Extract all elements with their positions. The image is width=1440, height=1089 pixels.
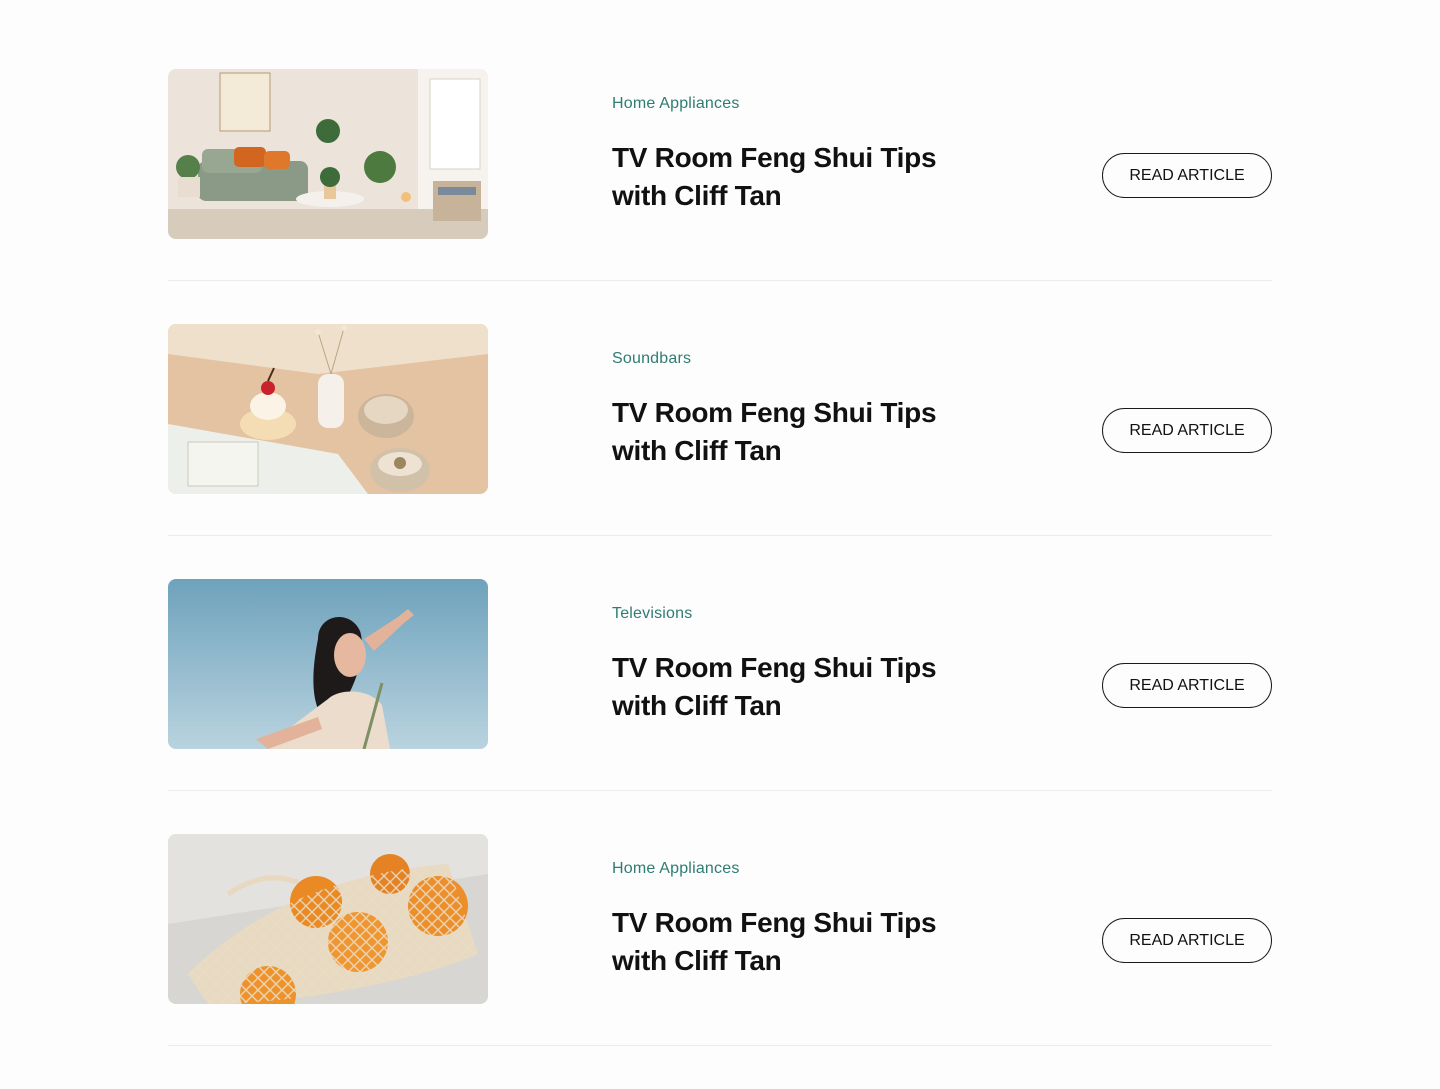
article-list: Home Appliances TV Room Feng Shui Tips w… xyxy=(168,69,1272,1089)
read-article-button[interactable]: READ ARTICLE xyxy=(1102,918,1272,963)
article-title[interactable]: TV Room Feng Shui Tips with Cliff Tan xyxy=(612,904,972,980)
row-divider xyxy=(168,790,1272,791)
read-article-button[interactable]: READ ARTICLE xyxy=(1102,663,1272,708)
article-category[interactable]: Televisions xyxy=(612,605,692,623)
article-thumbnail-living-room[interactable] xyxy=(168,69,488,239)
article-category[interactable]: Soundbars xyxy=(612,350,691,368)
article-row: Soundbars TV Room Feng Shui Tips with Cl… xyxy=(168,324,1272,579)
article-title[interactable]: TV Room Feng Shui Tips with Cliff Tan xyxy=(612,139,972,215)
article-title[interactable]: TV Room Feng Shui Tips with Cliff Tan xyxy=(612,649,972,725)
row-divider xyxy=(168,535,1272,536)
article-thumbnail-oranges[interactable] xyxy=(168,834,488,1004)
article-row: Televisions TV Room Feng Shui Tips with … xyxy=(168,579,1272,834)
read-article-button[interactable]: READ ARTICLE xyxy=(1102,408,1272,453)
row-divider xyxy=(168,280,1272,281)
article-category[interactable]: Home Appliances xyxy=(612,95,740,113)
article-thumbnail-woman-sky[interactable] xyxy=(168,579,488,749)
article-title[interactable]: TV Room Feng Shui Tips with Cliff Tan xyxy=(612,394,972,470)
read-article-button[interactable]: READ ARTICLE xyxy=(1102,153,1272,198)
article-row: Home Appliances TV Room Feng Shui Tips w… xyxy=(168,834,1272,1089)
article-row: Home Appliances TV Room Feng Shui Tips w… xyxy=(168,69,1272,324)
article-thumbnail-dessert-coffee[interactable] xyxy=(168,324,488,494)
article-category[interactable]: Home Appliances xyxy=(612,860,740,878)
row-divider xyxy=(168,1045,1272,1046)
